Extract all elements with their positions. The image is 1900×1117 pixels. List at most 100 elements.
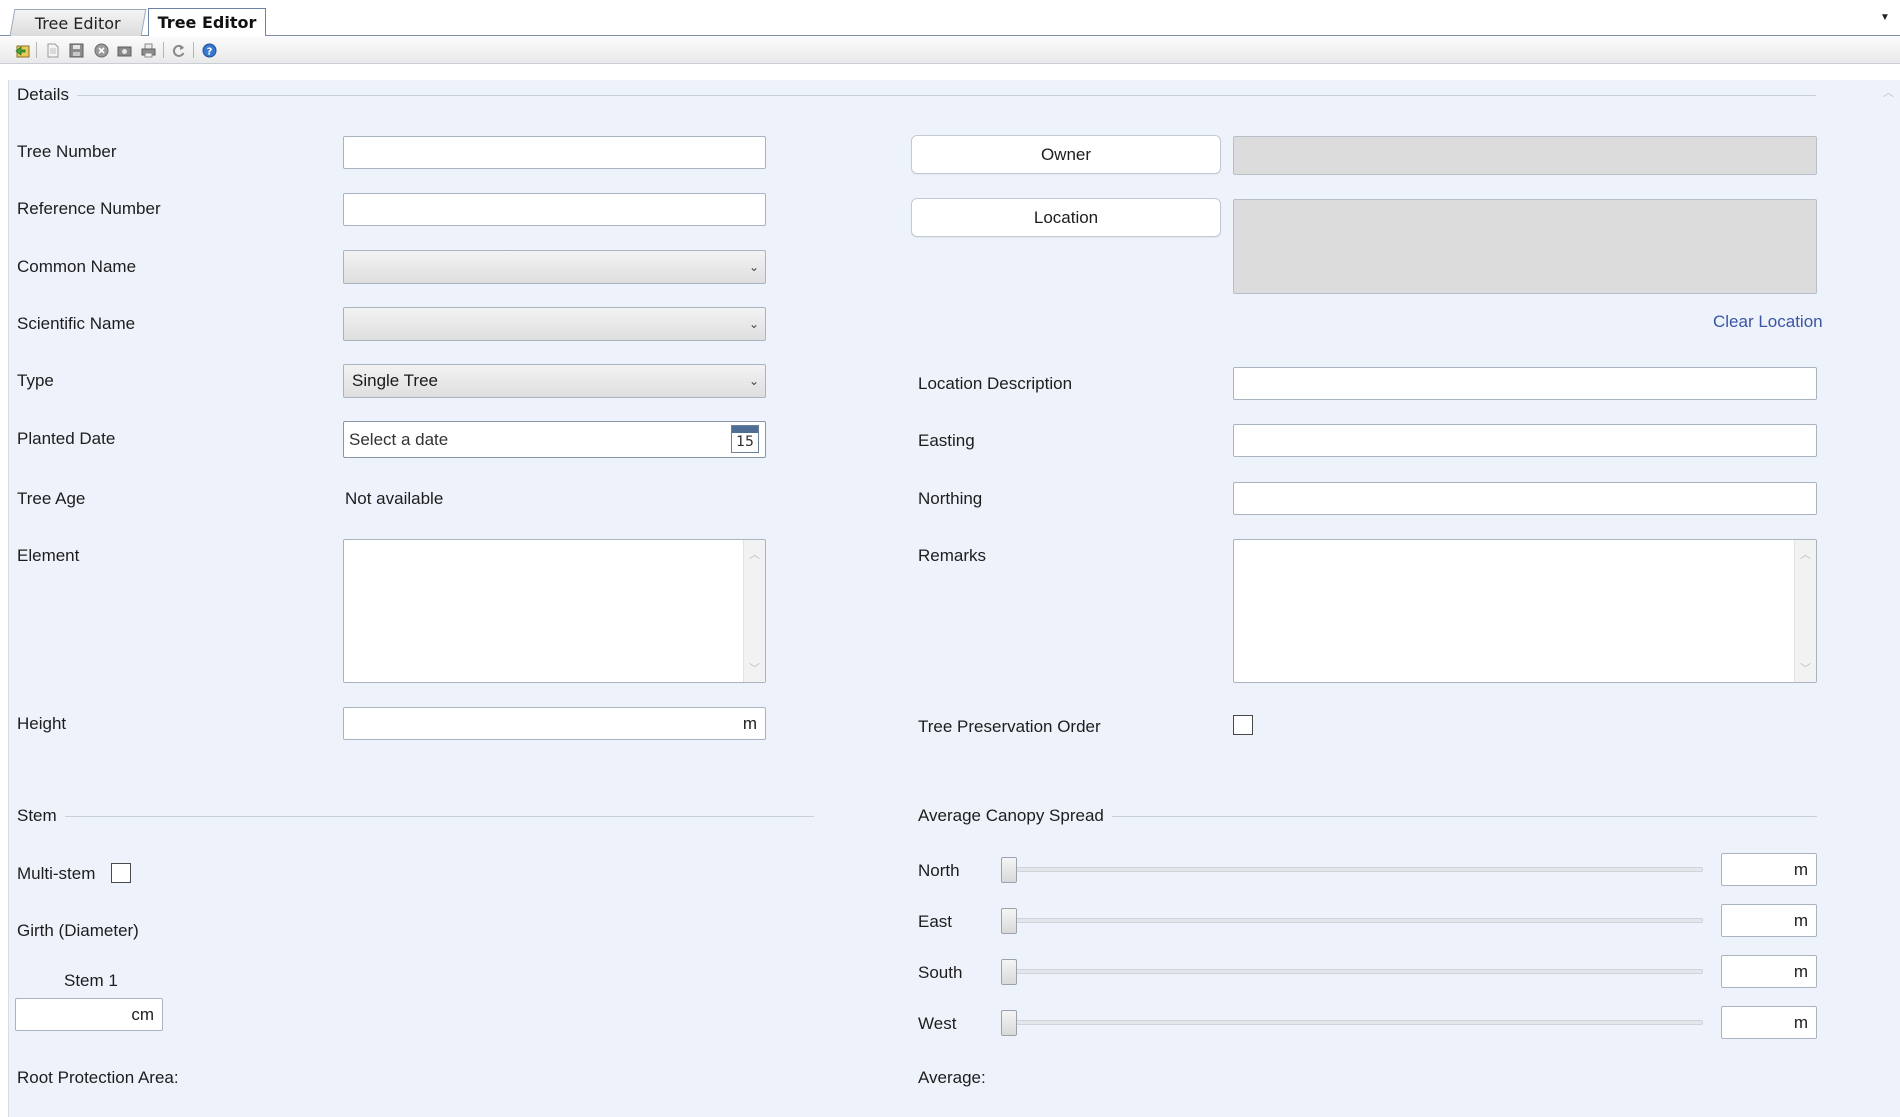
tab-strip: Tree Editor Tree Editor ▼ bbox=[0, 0, 1900, 36]
clear-location-link[interactable]: Clear Location bbox=[1713, 312, 1823, 332]
chevron-down-icon: ⌄ bbox=[748, 317, 759, 331]
height-input[interactable]: m bbox=[343, 707, 766, 740]
multi-stem-checkbox[interactable] bbox=[111, 863, 131, 883]
owner-field bbox=[1233, 136, 1817, 175]
west-slider-track[interactable] bbox=[1003, 1020, 1703, 1025]
tab-label: Tree Editor bbox=[35, 13, 121, 33]
new-document-icon[interactable] bbox=[44, 42, 61, 59]
south-slider-track[interactable] bbox=[1003, 969, 1703, 974]
height-label: Height bbox=[17, 714, 67, 733]
northing-input[interactable] bbox=[1233, 482, 1817, 515]
location-button[interactable]: Location bbox=[911, 198, 1221, 237]
tpo-checkbox[interactable] bbox=[1233, 715, 1253, 735]
chevron-down-icon: ⌄ bbox=[748, 260, 759, 274]
west-unit: m bbox=[1793, 1012, 1808, 1032]
back-icon[interactable] bbox=[14, 42, 31, 59]
tab-label: Tree Editor bbox=[157, 13, 257, 32]
scientific-name-label: Scientific Name bbox=[17, 314, 136, 333]
height-unit: m bbox=[742, 713, 757, 733]
west-slider-thumb[interactable] bbox=[1001, 1010, 1017, 1036]
scroll-up-icon[interactable]: ︿ bbox=[749, 546, 760, 562]
tree-number-input[interactable] bbox=[343, 136, 766, 169]
west-input[interactable]: m bbox=[1721, 1006, 1817, 1039]
north-input[interactable]: m bbox=[1721, 853, 1817, 886]
remarks-textarea[interactable]: ︿ ﹀ bbox=[1233, 539, 1817, 683]
north-unit: m bbox=[1793, 859, 1808, 879]
common-name-select[interactable]: ⌄ bbox=[343, 250, 766, 284]
tab-tree-editor-1[interactable]: Tree Editor bbox=[9, 9, 147, 36]
calendar-icon[interactable]: 15 bbox=[731, 425, 759, 453]
location-description-label: Location Description bbox=[918, 374, 1073, 393]
northing-label: Northing bbox=[918, 489, 983, 508]
scroll-down-icon[interactable]: ﹀ bbox=[749, 660, 760, 676]
location-field bbox=[1233, 199, 1817, 294]
multi-stem-label: Multi-stem bbox=[17, 864, 96, 883]
chevron-down-icon: ⌄ bbox=[748, 374, 759, 388]
toolbar: ? bbox=[0, 37, 1900, 64]
stem1-label: Stem 1 bbox=[64, 971, 118, 990]
north-slider-track[interactable] bbox=[1003, 867, 1703, 872]
stem1-girth-input[interactable]: cm bbox=[15, 998, 163, 1031]
scroll-down-icon[interactable]: ﹀ bbox=[1800, 660, 1811, 676]
remarks-label: Remarks bbox=[918, 546, 987, 565]
south-input[interactable]: m bbox=[1721, 955, 1817, 988]
girth-label: Girth (Diameter) bbox=[17, 921, 139, 940]
west-label: West bbox=[918, 1014, 957, 1033]
help-icon[interactable]: ? bbox=[201, 42, 218, 59]
common-name-label: Common Name bbox=[17, 257, 137, 276]
type-value: Single Tree bbox=[352, 371, 438, 390]
east-slider-thumb[interactable] bbox=[1001, 908, 1017, 934]
easting-label: Easting bbox=[918, 431, 975, 450]
remarks-scrollbar[interactable]: ︿ ﹀ bbox=[1794, 540, 1816, 682]
type-select[interactable]: Single Tree ⌄ bbox=[343, 364, 766, 398]
print-icon[interactable] bbox=[140, 42, 157, 59]
tab-menu-dropdown-icon[interactable]: ▼ bbox=[1878, 12, 1892, 24]
calendar-day: 15 bbox=[736, 434, 754, 450]
toolbar-separator bbox=[163, 42, 164, 58]
easting-input[interactable] bbox=[1233, 424, 1817, 457]
root-protection-area-label: Root Protection Area: bbox=[17, 1068, 179, 1087]
refresh-icon[interactable] bbox=[170, 42, 187, 59]
tab-tree-editor-2[interactable]: Tree Editor bbox=[148, 8, 266, 36]
scroll-up-icon[interactable]: ︿ bbox=[1800, 546, 1811, 562]
stem-divider bbox=[17, 816, 814, 817]
planted-date-placeholder: Select a date bbox=[349, 429, 449, 449]
owner-button[interactable]: Owner bbox=[911, 135, 1221, 174]
scroll-up-icon[interactable]: ︿ bbox=[1883, 84, 1894, 100]
camera-icon[interactable] bbox=[116, 42, 133, 59]
element-label: Element bbox=[17, 546, 80, 565]
tree-number-label: Tree Number bbox=[17, 142, 117, 161]
planted-date-label: Planted Date bbox=[17, 429, 116, 448]
reference-number-input[interactable] bbox=[343, 193, 766, 226]
scientific-name-select[interactable]: ⌄ bbox=[343, 307, 766, 341]
element-textarea[interactable]: ︿ ﹀ bbox=[343, 539, 766, 683]
stem1-unit: cm bbox=[131, 1004, 154, 1024]
tree-age-label: Tree Age bbox=[17, 489, 86, 508]
south-label: South bbox=[918, 963, 963, 982]
details-section-title: Details bbox=[17, 85, 77, 105]
svg-text:?: ? bbox=[207, 47, 213, 58]
close-icon[interactable] bbox=[93, 42, 110, 59]
south-slider-thumb[interactable] bbox=[1001, 959, 1017, 985]
north-label: North bbox=[918, 861, 960, 880]
canopy-section-title: Average Canopy Spread bbox=[918, 806, 1112, 826]
east-slider-track[interactable] bbox=[1003, 918, 1703, 923]
location-description-input[interactable] bbox=[1233, 367, 1817, 400]
canopy-average-label: Average: bbox=[918, 1068, 986, 1087]
toolbar-separator bbox=[193, 42, 194, 58]
details-divider bbox=[17, 95, 1816, 96]
south-unit: m bbox=[1793, 961, 1808, 981]
east-label: East bbox=[918, 912, 953, 931]
north-slider-thumb[interactable] bbox=[1001, 857, 1017, 883]
save-icon[interactable] bbox=[68, 42, 85, 59]
type-label: Type bbox=[17, 371, 54, 390]
planted-date-picker[interactable]: Select a date 15 bbox=[343, 421, 766, 458]
east-unit: m bbox=[1793, 910, 1808, 930]
reference-number-label: Reference Number bbox=[17, 199, 161, 218]
stem-section-title: Stem bbox=[17, 806, 65, 826]
tree-age-value: Not available bbox=[345, 489, 444, 508]
tpo-label: Tree Preservation Order bbox=[918, 717, 1101, 736]
toolbar-separator bbox=[36, 42, 37, 58]
element-scrollbar[interactable]: ︿ ﹀ bbox=[743, 540, 765, 682]
east-input[interactable]: m bbox=[1721, 904, 1817, 937]
